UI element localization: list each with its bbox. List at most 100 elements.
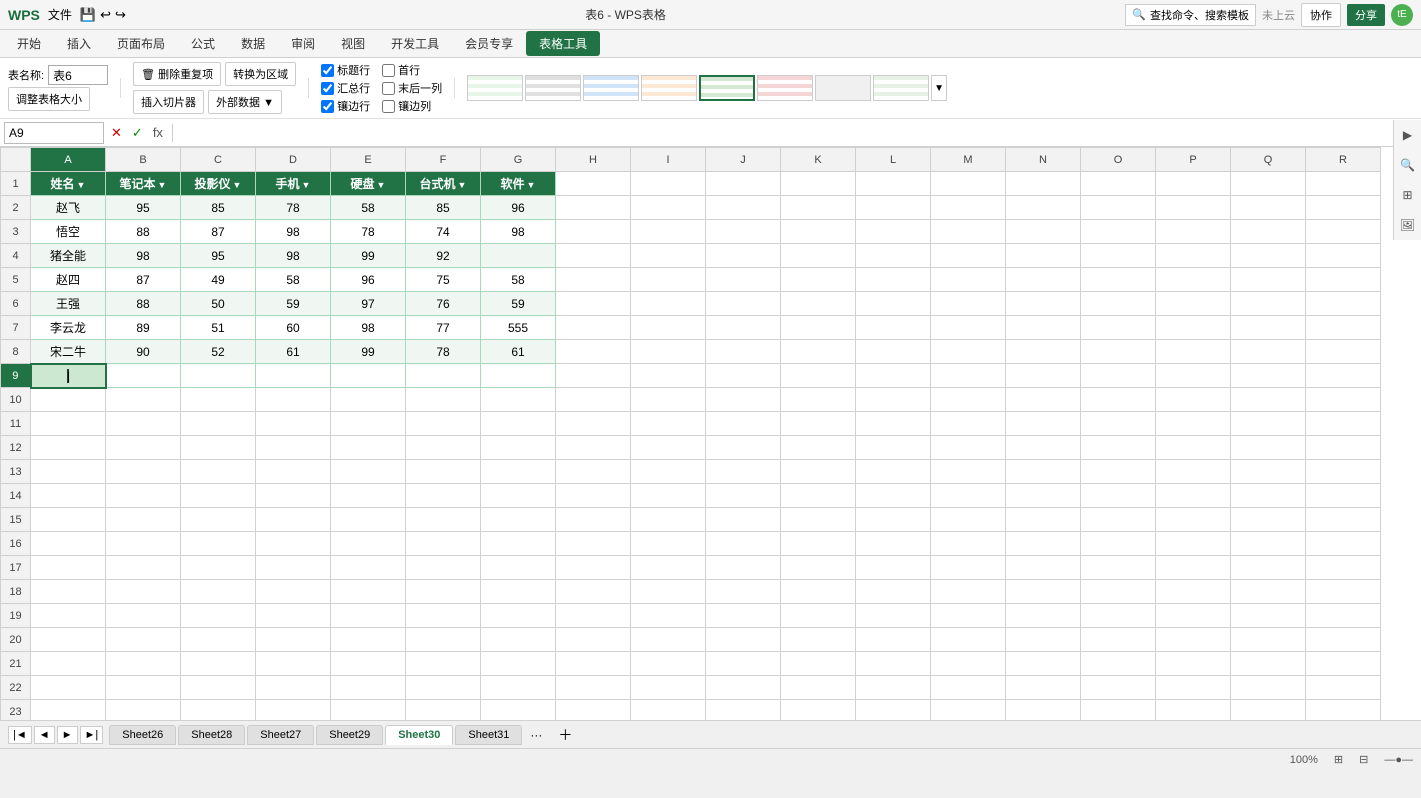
cell-20-11[interactable] bbox=[856, 628, 931, 652]
cell-18-3[interactable] bbox=[256, 580, 331, 604]
cell-20-3[interactable] bbox=[256, 628, 331, 652]
cell-1-2[interactable]: 投影仪▼ bbox=[181, 172, 256, 196]
row-num-23[interactable]: 23 bbox=[1, 700, 31, 721]
cell-18-8[interactable] bbox=[631, 580, 706, 604]
cell-10-4[interactable] bbox=[331, 388, 406, 412]
cell-23-7[interactable] bbox=[556, 700, 631, 721]
cell-20-8[interactable] bbox=[631, 628, 706, 652]
cell-2-7[interactable] bbox=[556, 196, 631, 220]
cell-5-5[interactable]: 75 bbox=[406, 268, 481, 292]
cell-21-0[interactable] bbox=[31, 652, 106, 676]
sheet-tab-sheet30[interactable]: Sheet30 bbox=[385, 725, 453, 745]
cell-9-11[interactable] bbox=[856, 364, 931, 388]
cell-1-15[interactable] bbox=[1156, 172, 1231, 196]
row-num-18[interactable]: 18 bbox=[1, 580, 31, 604]
cell-7-1[interactable]: 89 bbox=[106, 316, 181, 340]
cell-4-3[interactable]: 98 bbox=[256, 244, 331, 268]
style-box-4[interactable] bbox=[641, 75, 697, 101]
col-header-o[interactable]: O bbox=[1081, 148, 1156, 172]
cell-14-9[interactable] bbox=[706, 484, 781, 508]
cell-11-13[interactable] bbox=[1006, 412, 1081, 436]
cell-16-4[interactable] bbox=[331, 532, 406, 556]
cell-1-16[interactable] bbox=[1231, 172, 1306, 196]
cell-12-12[interactable] bbox=[931, 436, 1006, 460]
col-header-q[interactable]: Q bbox=[1231, 148, 1306, 172]
cell-10-2[interactable] bbox=[181, 388, 256, 412]
style-box-7[interactable] bbox=[815, 75, 871, 101]
row-num-15[interactable]: 15 bbox=[1, 508, 31, 532]
cell-15-8[interactable] bbox=[631, 508, 706, 532]
cell-23-14[interactable] bbox=[1081, 700, 1156, 721]
cell-21-10[interactable] bbox=[781, 652, 856, 676]
row-num-6[interactable]: 6 bbox=[1, 292, 31, 316]
cell-11-3[interactable] bbox=[256, 412, 331, 436]
cell-23-6[interactable] bbox=[481, 700, 556, 721]
cell-11-0[interactable] bbox=[31, 412, 106, 436]
cell-13-7[interactable] bbox=[556, 460, 631, 484]
cell-5-14[interactable] bbox=[1081, 268, 1156, 292]
cell-19-10[interactable] bbox=[781, 604, 856, 628]
cell-4-4[interactable]: 99 bbox=[331, 244, 406, 268]
cell-19-6[interactable] bbox=[481, 604, 556, 628]
cell-20-2[interactable] bbox=[181, 628, 256, 652]
cell-7-15[interactable] bbox=[1156, 316, 1231, 340]
col-header-e[interactable]: E bbox=[331, 148, 406, 172]
cell-6-1[interactable]: 88 bbox=[106, 292, 181, 316]
sheet-tab-sheet29[interactable]: Sheet29 bbox=[316, 725, 383, 745]
cell-9-5[interactable] bbox=[406, 364, 481, 388]
cell-17-16[interactable] bbox=[1231, 556, 1306, 580]
cell-3-2[interactable]: 87 bbox=[181, 220, 256, 244]
cell-20-13[interactable] bbox=[1006, 628, 1081, 652]
cell-18-15[interactable] bbox=[1156, 580, 1231, 604]
cell-23-15[interactable] bbox=[1156, 700, 1231, 721]
cell-8-0[interactable]: 宋二牛 bbox=[31, 340, 106, 364]
cell-2-5[interactable]: 85 bbox=[406, 196, 481, 220]
cell-12-13[interactable] bbox=[1006, 436, 1081, 460]
cell-7-10[interactable] bbox=[781, 316, 856, 340]
cell-4-16[interactable] bbox=[1231, 244, 1306, 268]
cell-15-5[interactable] bbox=[406, 508, 481, 532]
cell-4-12[interactable] bbox=[931, 244, 1006, 268]
cell-23-16[interactable] bbox=[1231, 700, 1306, 721]
cell-6-8[interactable] bbox=[631, 292, 706, 316]
cell-7-17[interactable] bbox=[1306, 316, 1381, 340]
cell-15-4[interactable] bbox=[331, 508, 406, 532]
cell-2-4[interactable]: 58 bbox=[331, 196, 406, 220]
cell-14-15[interactable] bbox=[1156, 484, 1231, 508]
cell-1-4[interactable]: 硬盘▼ bbox=[331, 172, 406, 196]
cell-19-2[interactable] bbox=[181, 604, 256, 628]
cell-12-8[interactable] bbox=[631, 436, 706, 460]
cell-20-4[interactable] bbox=[331, 628, 406, 652]
cell-8-2[interactable]: 52 bbox=[181, 340, 256, 364]
cell-7-7[interactable] bbox=[556, 316, 631, 340]
col-header-g[interactable]: G bbox=[481, 148, 556, 172]
cell-3-1[interactable]: 88 bbox=[106, 220, 181, 244]
cell-15-15[interactable] bbox=[1156, 508, 1231, 532]
row-num-2[interactable]: 2 bbox=[1, 196, 31, 220]
tab-data[interactable]: 数据 bbox=[228, 30, 278, 57]
sidebar-arrow-icon[interactable]: ▶ bbox=[1397, 124, 1419, 146]
cell-16-8[interactable] bbox=[631, 532, 706, 556]
cell-11-6[interactable] bbox=[481, 412, 556, 436]
cell-23-3[interactable] bbox=[256, 700, 331, 721]
cell-6-17[interactable] bbox=[1306, 292, 1381, 316]
cell-16-9[interactable] bbox=[706, 532, 781, 556]
cell-1-14[interactable] bbox=[1081, 172, 1156, 196]
cell-15-11[interactable] bbox=[856, 508, 931, 532]
confirm-formula-icon[interactable]: ✓ bbox=[129, 125, 146, 141]
cell-22-0[interactable] bbox=[31, 676, 106, 700]
cell-13-4[interactable] bbox=[331, 460, 406, 484]
cell-19-11[interactable] bbox=[856, 604, 931, 628]
cell-19-14[interactable] bbox=[1081, 604, 1156, 628]
convert-to-range-button[interactable]: 转换为区域 bbox=[225, 62, 296, 86]
cell-22-1[interactable] bbox=[106, 676, 181, 700]
cell-8-17[interactable] bbox=[1306, 340, 1381, 364]
cell-10-14[interactable] bbox=[1081, 388, 1156, 412]
cell-16-6[interactable] bbox=[481, 532, 556, 556]
cell-18-10[interactable] bbox=[781, 580, 856, 604]
checkbox-banded-rows[interactable]: 镶边行 bbox=[321, 98, 370, 114]
cell-9-0[interactable]: | bbox=[31, 364, 106, 388]
col-header-d[interactable]: D bbox=[256, 148, 331, 172]
sheet-table-wrapper[interactable]: ABCDEFGHIJKLMNOPQR 1姓名▼笔记本▼投影仪▼手机▼硬盘▼台式机… bbox=[0, 147, 1421, 720]
cell-11-10[interactable] bbox=[781, 412, 856, 436]
